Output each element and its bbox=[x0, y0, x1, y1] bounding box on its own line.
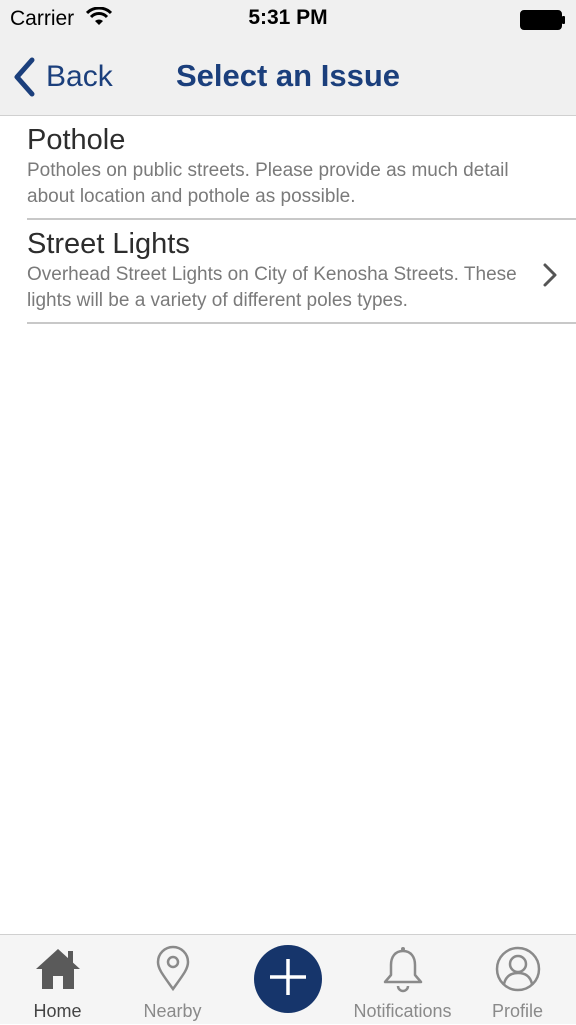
tab-bar: Home Nearby Notifications Profile bbox=[0, 934, 576, 1024]
issue-description: Overhead Street Lights on City of Kenosh… bbox=[27, 264, 517, 311]
tab-notifications[interactable]: Notifications bbox=[345, 935, 460, 1025]
list-item-pothole[interactable]: Pothole Potholes on public streets. Plea… bbox=[0, 116, 576, 220]
location-pin-icon bbox=[115, 945, 230, 995]
home-icon bbox=[0, 945, 115, 995]
chevron-right-icon bbox=[542, 262, 558, 293]
tab-label: Home bbox=[33, 1001, 82, 1021]
tab-label: Notifications bbox=[353, 1001, 452, 1021]
clock: 5:31 PM bbox=[248, 6, 328, 29]
issue-title: Street Lights bbox=[27, 228, 190, 260]
tab-label: Profile bbox=[491, 1001, 544, 1021]
issue-title: Pothole bbox=[27, 124, 126, 156]
plus-icon bbox=[268, 957, 308, 1002]
battery-icon bbox=[520, 10, 566, 35]
user-icon bbox=[460, 945, 575, 995]
divider bbox=[27, 322, 576, 324]
navigation-bar: Back Select an Issue bbox=[0, 40, 576, 116]
issue-description: Potholes on public streets. Please provi… bbox=[27, 160, 509, 207]
tab-profile[interactable]: Profile bbox=[460, 935, 575, 1025]
tab-home[interactable]: Home bbox=[0, 935, 115, 1025]
add-report-button[interactable] bbox=[254, 945, 322, 1013]
tab-nearby[interactable]: Nearby bbox=[115, 935, 230, 1025]
page-title: Select an Issue bbox=[175, 58, 400, 93]
issue-list: Pothole Potholes on public streets. Plea… bbox=[0, 116, 576, 324]
status-bar: Carrier 5:31 PM bbox=[0, 0, 576, 40]
list-item-street-lights[interactable]: Street Lights Overhead Street Lights on … bbox=[0, 220, 576, 324]
bell-icon bbox=[345, 945, 460, 995]
tab-label: Nearby bbox=[143, 1001, 202, 1021]
